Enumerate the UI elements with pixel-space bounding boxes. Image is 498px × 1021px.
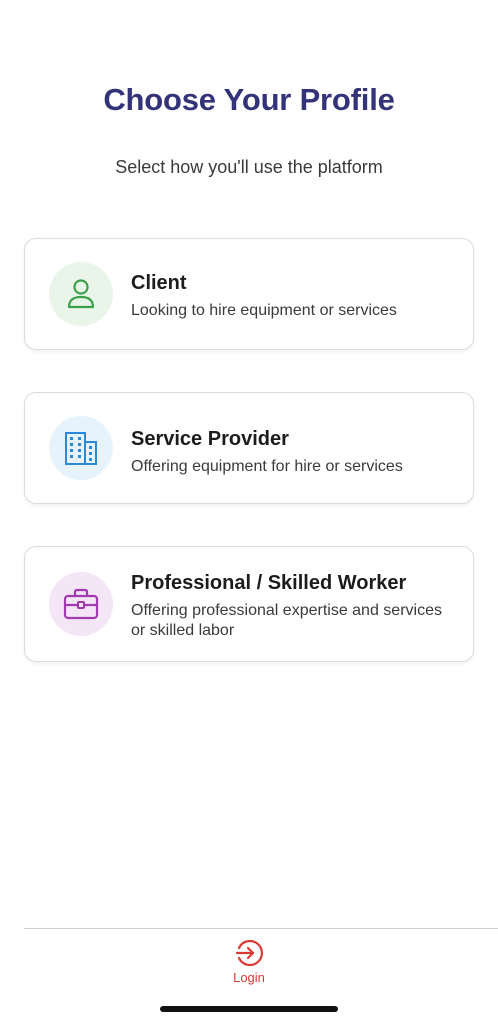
page-title: Choose Your Profile [103, 82, 395, 117]
loading-spinner-icon [50, 0, 74, 4]
service-provider-icon-badge [49, 416, 113, 480]
building-icon [65, 432, 97, 465]
profile-card-professional[interactable]: Professional / Skilled Worker Offering p… [24, 546, 474, 662]
person-icon [67, 279, 95, 309]
profile-card-client[interactable]: Client Looking to hire equipment or serv… [24, 238, 474, 350]
service-provider-card-text: Service Provider Offering equipment for … [131, 427, 453, 477]
client-description: Looking to hire equipment or services [131, 302, 397, 319]
client-icon-badge [49, 262, 113, 326]
professional-icon-badge [49, 572, 113, 636]
choose-profile-screen: Choose Your Profile Select how you'll us… [0, 0, 498, 1021]
professional-card-text: Professional / Skilled Worker Offering p… [131, 571, 453, 641]
page-subtitle: Select how you'll use the platform [115, 157, 383, 177]
home-indicator[interactable] [160, 1006, 338, 1012]
client-title: Client [131, 272, 187, 294]
professional-title: Professional / Skilled Worker [131, 572, 407, 594]
briefcase-icon [63, 588, 99, 620]
login-icon [235, 939, 263, 967]
service-provider-description: Offering equipment for hire or services [131, 458, 403, 475]
login-button[interactable]: Login [219, 938, 279, 990]
professional-description: Offering professional expertise and serv… [131, 602, 442, 639]
login-label: Login [233, 970, 265, 985]
service-provider-title: Service Provider [131, 428, 289, 450]
footer-divider [24, 928, 498, 929]
profile-card-service-provider[interactable]: Service Provider Offering equipment for … [24, 392, 474, 504]
client-card-text: Client Looking to hire equipment or serv… [131, 271, 453, 321]
